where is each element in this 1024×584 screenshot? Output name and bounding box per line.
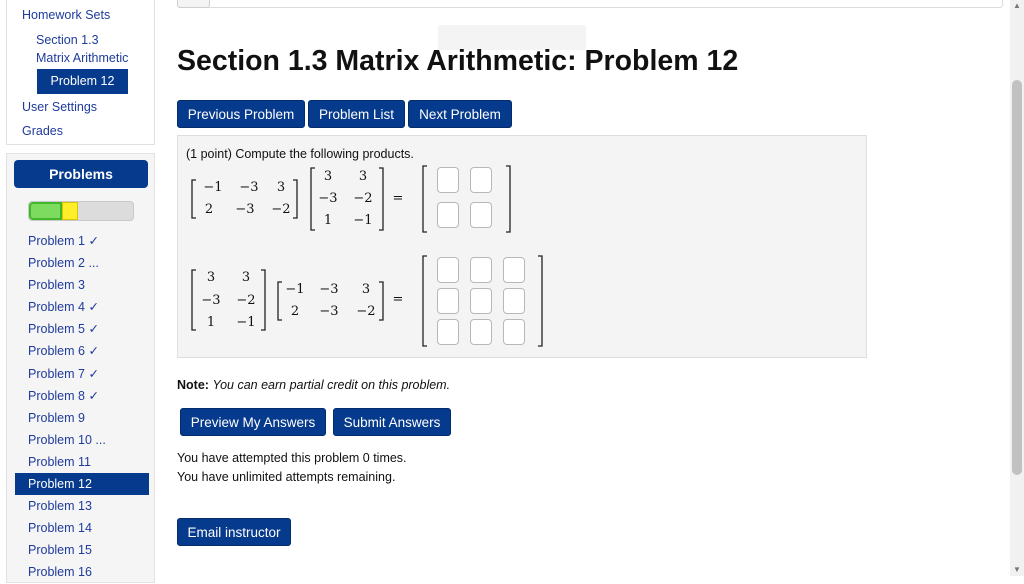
problem-body: (1 point) Compute the following products…	[177, 135, 867, 358]
b2-2-2: −2	[236, 293, 256, 308]
problem-list-item[interactable]: Problem 16	[15, 561, 149, 583]
homework-sets-link[interactable]: Homework Sets	[22, 8, 110, 22]
progress-correct-segment	[29, 202, 63, 220]
answer-2-2-1[interactable]	[437, 288, 459, 314]
a-1-1: −1	[203, 180, 223, 195]
current-problem-link[interactable]: Problem 12	[37, 69, 128, 94]
problem-list-item[interactable]: Problem 15	[15, 539, 149, 561]
problem-list: Problem 1 ✓ Problem 2 ... Problem 3 Problem…	[15, 230, 149, 584]
problem-list-item[interactable]: Problem 10 ...	[15, 429, 149, 451]
problem-list-item[interactable]: Problem 12	[15, 473, 149, 496]
page-title: Section 1.3 Matrix Arithmetic: Problem 1…	[177, 45, 739, 77]
remaining-attempts-message: You have unlimited attempts remaining.	[177, 470, 396, 484]
section-link-line2[interactable]: Matrix Arithmetic	[36, 51, 128, 65]
problem-list-item[interactable]: Problem 6 ✓	[15, 340, 149, 362]
section-link-line1[interactable]: Section 1.3	[36, 33, 99, 47]
problem-statement: (1 point) Compute the following products…	[186, 147, 414, 161]
equals-sign-2: =	[392, 292, 404, 307]
partial-credit-note: Note: You can earn partial credit on thi…	[177, 378, 450, 392]
a-2-2: −3	[235, 202, 255, 217]
b2-1-1: 3	[206, 270, 216, 285]
email-instructor-button[interactable]: Email instructor	[177, 518, 291, 546]
progress-partial-segment	[62, 202, 78, 220]
answer-2-1-3[interactable]	[503, 257, 525, 283]
a2-1-3: 3	[361, 282, 371, 297]
problem-list-item[interactable]: Problem 2 ...	[15, 252, 149, 274]
top-toolbar	[177, 0, 1003, 8]
b-2-1: −3	[318, 191, 338, 206]
problem-list-item[interactable]: Problem 1 ✓	[15, 230, 149, 252]
b-3-1: 1	[323, 213, 333, 228]
equals-sign-1: =	[392, 191, 404, 206]
problem-list-item[interactable]: Problem 13	[15, 495, 149, 517]
a2-2-1: 2	[290, 304, 300, 319]
answer-2-1-1[interactable]	[437, 257, 459, 283]
answer-2-3-3[interactable]	[503, 319, 525, 345]
problem-list-item[interactable]: Problem 9	[15, 407, 149, 429]
answer-2-1-2[interactable]	[470, 257, 492, 283]
toolbar-button[interactable]	[177, 0, 210, 8]
course-nav-panel: Homework Sets Section 1.3 Matrix Arithme…	[6, 0, 155, 145]
problem-list-item[interactable]: Problem 7 ✓	[15, 363, 149, 385]
scroll-down-arrow-icon[interactable]: ▼	[1010, 564, 1024, 576]
note-label: Note:	[177, 378, 209, 392]
user-settings-link[interactable]: User Settings	[22, 100, 97, 114]
next-problem-button[interactable]: Next Problem	[408, 100, 512, 128]
answer-1-1-1[interactable]	[437, 167, 459, 193]
a2-1-1: −1	[285, 282, 305, 297]
note-text: You can earn partial credit on this prob…	[212, 378, 451, 392]
problem-list-button[interactable]: Problem List	[308, 100, 405, 128]
a-1-3: 3	[276, 180, 286, 195]
b-1-2: 3	[358, 169, 368, 184]
page-scrollbar[interactable]: ▲ ▼	[1010, 0, 1024, 576]
b2-3-1: 1	[206, 315, 216, 330]
answer-2-3-1[interactable]	[437, 319, 459, 345]
answer-2-2-2[interactable]	[470, 288, 492, 314]
b-3-2: −1	[353, 213, 373, 228]
b2-2-1: −3	[201, 293, 221, 308]
problem-list-item[interactable]: Problem 3	[15, 274, 149, 296]
problems-panel: Problems Problem 1 ✓ Problem 2 ... Problem…	[6, 153, 155, 583]
problem-list-item[interactable]: Problem 11	[15, 451, 149, 473]
answer-1-2-1[interactable]	[437, 202, 459, 228]
submit-answers-button[interactable]: Submit Answers	[333, 408, 451, 436]
scrollbar-thumb[interactable]	[1012, 80, 1022, 475]
scroll-up-arrow-icon[interactable]: ▲	[1010, 0, 1024, 12]
previous-problem-button[interactable]: Previous Problem	[177, 100, 305, 128]
attempts-message: You have attempted this problem 0 times.	[177, 451, 407, 465]
grades-link[interactable]: Grades	[22, 124, 63, 138]
problem-list-item[interactable]: Problem 4 ✓	[15, 296, 149, 318]
a-2-3: −2	[271, 202, 291, 217]
a2-2-2: −3	[319, 304, 339, 319]
b2-1-2: 3	[241, 270, 251, 285]
answer-2-3-2[interactable]	[470, 319, 492, 345]
b-1-1: 3	[323, 169, 333, 184]
progress-bar	[28, 201, 134, 221]
preview-answers-button[interactable]: Preview My Answers	[180, 408, 326, 436]
b2-3-2: −1	[236, 315, 256, 330]
a2-1-2: −3	[319, 282, 339, 297]
a-1-2: −3	[239, 180, 259, 195]
problem-list-item[interactable]: Problem 14	[15, 517, 149, 539]
answer-2-2-3[interactable]	[503, 288, 525, 314]
problem-list-item[interactable]: Problem 5 ✓	[15, 318, 149, 340]
a-2-1: 2	[204, 202, 214, 217]
answer-1-2-2[interactable]	[470, 202, 492, 228]
answer-1-1-2[interactable]	[470, 167, 492, 193]
problem-list-item[interactable]: Problem 8 ✓	[15, 385, 149, 407]
problems-header: Problems	[14, 160, 148, 188]
a2-2-3: −2	[356, 304, 376, 319]
b-2-2: −2	[353, 191, 373, 206]
